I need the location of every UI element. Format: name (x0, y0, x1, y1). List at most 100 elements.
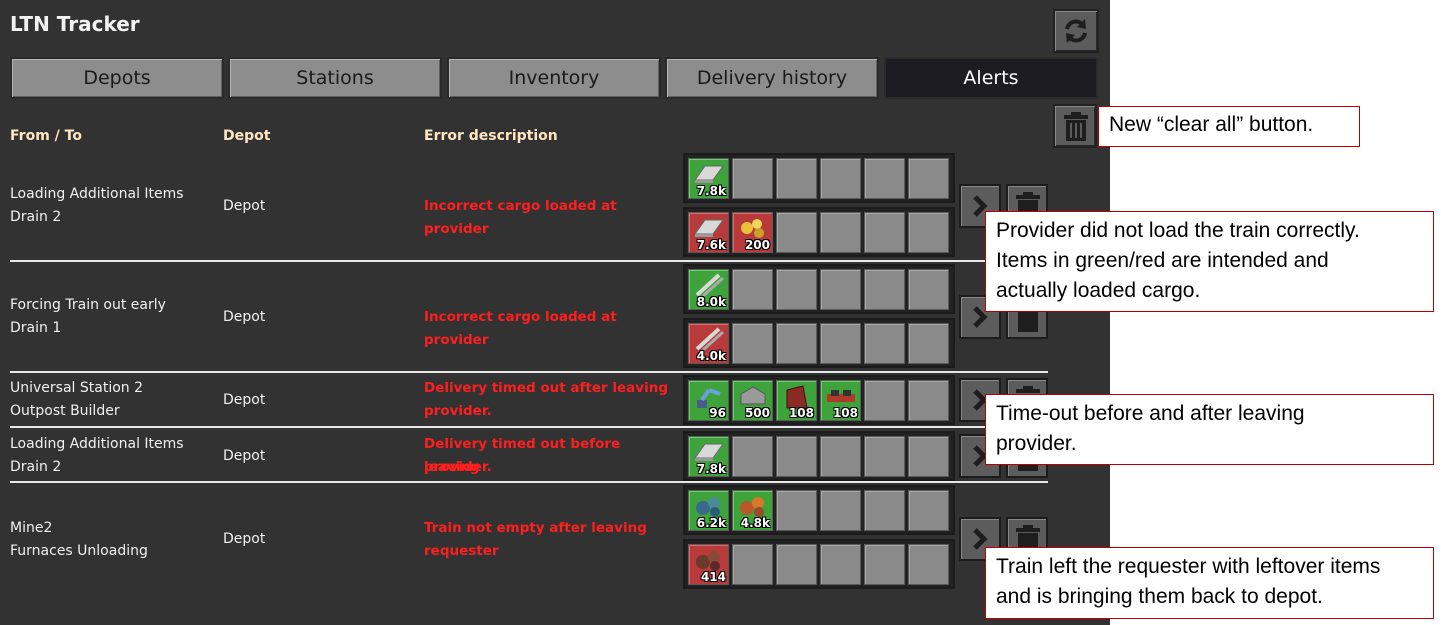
cargo-slot: 108 (820, 380, 861, 421)
alert-to: Outpost Builder (10, 403, 120, 419)
alert-depot: Depot (223, 531, 266, 547)
empty-slot (820, 212, 861, 253)
alert-error-line2: provider. (424, 459, 492, 475)
tab-alerts[interactable]: Alerts (884, 57, 1098, 99)
row-separator (10, 481, 1048, 483)
cargo-slot: 7.6k (688, 212, 729, 253)
ore-icon (741, 219, 764, 238)
empty-slot (908, 158, 949, 199)
cargo-row: 96 500 108 108 (683, 375, 955, 425)
cargo-count: 108 (832, 406, 858, 420)
cargo-slot: 6.2k (688, 490, 729, 531)
empty-slot (776, 158, 817, 199)
intended-cargo-row: 8.0k (683, 264, 955, 314)
cargo-slot: 7.8k (688, 158, 729, 199)
actual-cargo-row: 4.0k (683, 318, 955, 368)
tab-inventory[interactable]: Inventory (447, 57, 661, 99)
empty-slot (864, 212, 905, 253)
callout-clear-all: New “clear all” button. (1098, 106, 1360, 147)
cargo-count: 108 (788, 406, 814, 420)
empty-slot (864, 544, 905, 585)
alert-from: Loading Additional Items (10, 436, 184, 452)
alert-to: Drain 2 (10, 459, 62, 475)
alert-depot: Depot (223, 448, 266, 464)
row-separator (10, 260, 1048, 262)
empty-slot (776, 323, 817, 364)
refresh-button[interactable] (1053, 9, 1099, 53)
empty-slot (820, 490, 861, 531)
alert-depot: Depot (223, 392, 266, 408)
empty-slot (732, 544, 773, 585)
row-separator (10, 371, 1048, 373)
cargo-count: 500 (744, 406, 770, 420)
callout-line: Provider did not load the train correctl… (996, 219, 1360, 242)
empty-slot (908, 269, 949, 310)
splitter-icon (827, 390, 855, 402)
callout-leftover: Train left the requester with leftover i… (985, 547, 1434, 619)
empty-slot (776, 436, 817, 477)
empty-slot (820, 269, 861, 310)
clear-all-button[interactable] (1053, 104, 1097, 148)
empty-slot (908, 490, 949, 531)
alert-error-line1: Train not empty after leaving (424, 520, 647, 536)
empty-slot (908, 380, 949, 421)
window-title: LTN Tracker (10, 12, 140, 36)
trash-icon (1064, 112, 1088, 141)
tab-bar: Depots Stations Inventory Delivery histo… (10, 57, 1098, 99)
empty-slot (820, 544, 861, 585)
empty-slot (820, 436, 861, 477)
empty-slot (776, 269, 817, 310)
ore-red-icon (696, 551, 720, 571)
ore-green-icon (696, 497, 720, 517)
plate-icon (694, 165, 724, 183)
alert-depot: Depot (223, 198, 266, 214)
alert-to: Furnaces Unloading (10, 543, 148, 559)
empty-slot (864, 436, 905, 477)
callout-line: and is bringing them back to depot. (996, 585, 1323, 608)
callout-line: Time-out before and after leaving (996, 402, 1305, 425)
empty-slot (776, 490, 817, 531)
cargo-count: 7.8k (696, 184, 726, 198)
cargo-slot: 7.8k (688, 436, 729, 477)
plate-icon (694, 219, 724, 237)
empty-slot (908, 436, 949, 477)
alert-error-line1: Delivery timed out after leaving (424, 380, 668, 396)
cargo-slot: 108 (776, 380, 817, 421)
cargo-slot: 96 (688, 380, 729, 421)
alert-depot: Depot (223, 309, 266, 325)
tab-depots[interactable]: Depots (10, 57, 224, 99)
column-header-error: Error description (424, 128, 558, 144)
cargo-slot: 200 (732, 212, 773, 253)
callout-line: provider. (996, 432, 1077, 455)
tab-delivery-history[interactable]: Delivery history (665, 57, 879, 99)
cargo-count: 4.0k (696, 349, 726, 363)
actual-cargo-row: 7.6k 200 (683, 207, 955, 257)
rod-icon (695, 327, 725, 351)
cargo-count: 200 (744, 238, 770, 252)
alert-from: Universal Station 2 (10, 380, 144, 396)
cargo-count: 6.2k (696, 516, 726, 530)
actual-cargo-row: 414 (683, 539, 955, 589)
row-separator (10, 426, 1048, 428)
tab-stations[interactable]: Stations (228, 57, 442, 99)
cargo-slot: 4.0k (688, 323, 729, 364)
cargo-count: 7.6k (696, 238, 726, 252)
ltn-tracker-window: LTN Tracker Depots Stations Inventory De… (0, 0, 1110, 625)
callout-provider: Provider did not load the train correctl… (985, 211, 1434, 312)
alert-to: Drain 2 (10, 209, 62, 225)
cargo-slot: 8.0k (688, 269, 729, 310)
empty-slot (864, 380, 905, 421)
empty-slot (776, 212, 817, 253)
cargo-count: 7.8k (696, 462, 726, 476)
callout-timeout: Time-out before and after leaving provid… (985, 394, 1434, 465)
plate-icon (694, 443, 724, 461)
callout-line: Train left the requester with leftover i… (996, 555, 1381, 578)
empty-slot (908, 544, 949, 585)
cargo-slot: 414 (688, 544, 729, 585)
column-header-depot: Depot (223, 128, 271, 144)
cargo-slot: 4.8k (732, 490, 773, 531)
callout-text: New “clear all” button. (1109, 113, 1314, 136)
column-header-from-to: From / To (10, 128, 82, 144)
alert-from: Mine2 (10, 520, 53, 536)
refresh-icon (1065, 19, 1087, 43)
